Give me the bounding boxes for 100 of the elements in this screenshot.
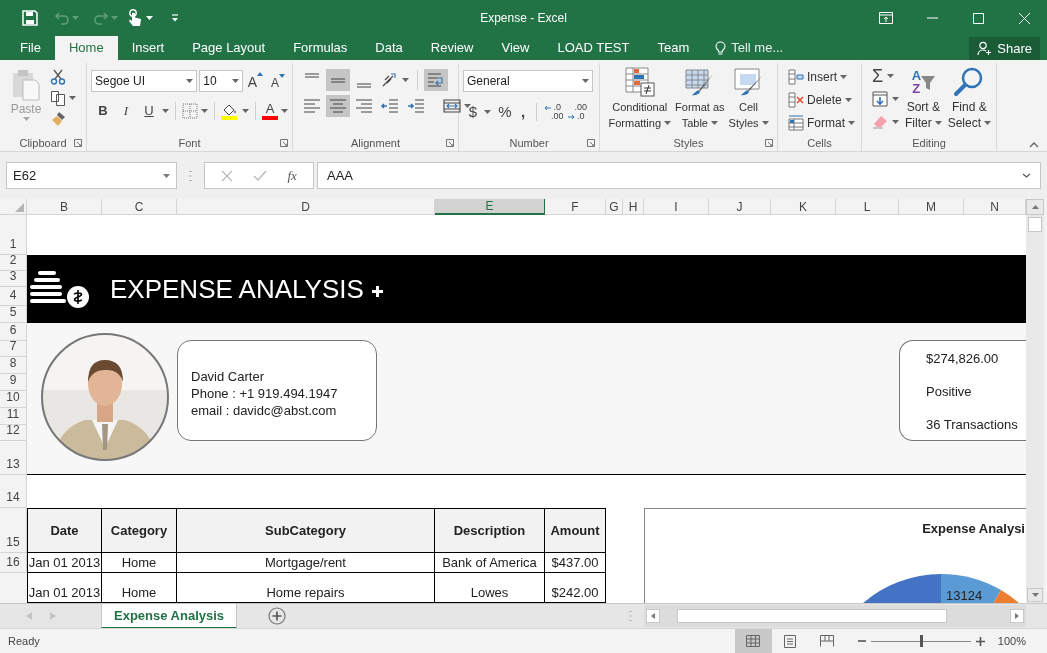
menu-tab[interactable]: File bbox=[6, 36, 55, 60]
copy-icon[interactable] bbox=[50, 90, 66, 106]
dialog-launcher-icon[interactable] bbox=[74, 139, 82, 148]
menu-tab[interactable]: Page Layout bbox=[178, 36, 280, 60]
caret-icon bbox=[201, 109, 208, 113]
insert-function-button[interactable]: fx bbox=[287, 165, 297, 186]
zoom-slider-thumb[interactable] bbox=[919, 634, 923, 647]
menu-tab[interactable]: Insert bbox=[117, 36, 179, 60]
conditional-formatting-button[interactable]: Conditional Formatting bbox=[607, 66, 673, 131]
increase-indent-icon bbox=[406, 96, 426, 116]
column-header[interactable]: J bbox=[709, 199, 771, 215]
formula-field[interactable]: AAA bbox=[317, 162, 1041, 189]
scroll-thumb[interactable] bbox=[1028, 217, 1042, 232]
column-header[interactable]: K bbox=[771, 199, 836, 215]
dialog-launcher-icon[interactable] bbox=[446, 139, 454, 148]
increase-decimal-icon bbox=[544, 104, 551, 111]
format-button[interactable]: Format bbox=[788, 113, 857, 132]
menu-tab[interactable]: Home bbox=[54, 36, 118, 60]
name-box[interactable]: E62 bbox=[6, 162, 177, 189]
scissors-icon[interactable] bbox=[50, 69, 66, 85]
number-format-field[interactable]: General bbox=[463, 70, 593, 92]
minimize-icon bbox=[926, 17, 938, 19]
group-label: Editing bbox=[912, 136, 946, 151]
add-sheet-button[interactable] bbox=[268, 607, 287, 625]
bold-button[interactable]: B bbox=[93, 101, 113, 121]
page-break-view-icon bbox=[820, 635, 835, 647]
percent-button[interactable]: % bbox=[497, 101, 513, 124]
underline-button[interactable]: U bbox=[139, 101, 159, 121]
column-heading: Category bbox=[102, 508, 177, 553]
shrink-font-button[interactable]: A bbox=[268, 70, 288, 92]
comma-button[interactable]: , bbox=[517, 101, 529, 124]
increase-decimal-button[interactable]: .0 .00 bbox=[544, 103, 564, 122]
column-header[interactable]: H bbox=[623, 199, 644, 215]
font-name-field[interactable]: Segoe UI bbox=[91, 70, 198, 92]
zoom-in-icon[interactable] bbox=[975, 636, 985, 646]
format-as-table-button[interactable]: Format as Table bbox=[674, 66, 726, 131]
fill-button[interactable] bbox=[872, 89, 899, 109]
fill-color-icon[interactable] bbox=[221, 102, 239, 120]
autosum-button[interactable]: Σ bbox=[872, 66, 899, 86]
insert-button[interactable]: Insert bbox=[788, 67, 857, 86]
row-number[interactable]: 14 bbox=[0, 475, 27, 508]
column-header[interactable]: N bbox=[964, 199, 1026, 215]
delete-button[interactable]: Delete bbox=[788, 90, 857, 109]
currency-button[interactable]: $ bbox=[466, 101, 480, 124]
tell-me-button[interactable]: Tell me... bbox=[703, 36, 796, 60]
grow-font-button[interactable]: A bbox=[244, 70, 266, 92]
normal-view-button[interactable] bbox=[734, 629, 772, 653]
save-icon[interactable] bbox=[22, 10, 38, 26]
find-select-button[interactable]: Find & Select bbox=[947, 66, 992, 132]
menu-tab[interactable]: Data bbox=[361, 36, 417, 60]
column-header[interactable]: E bbox=[435, 199, 545, 215]
column-header[interactable]: D bbox=[177, 199, 435, 215]
menu-tab[interactable]: Team bbox=[643, 36, 704, 60]
italic-button[interactable]: I bbox=[116, 101, 136, 121]
clear-icon bbox=[872, 115, 888, 129]
wrap-text-button[interactable] bbox=[424, 69, 448, 91]
scroll-down-button[interactable] bbox=[1027, 588, 1043, 602]
touch-hand-icon[interactable] bbox=[128, 9, 142, 27]
column-header[interactable]: I bbox=[644, 199, 709, 215]
dialog-launcher-icon[interactable] bbox=[587, 139, 595, 148]
font-size-field[interactable]: 10 bbox=[199, 70, 243, 92]
center-button[interactable] bbox=[326, 95, 350, 117]
menu-tab[interactable]: View bbox=[487, 36, 544, 60]
paintbrush-icon[interactable] bbox=[50, 111, 66, 127]
align-left-icon bbox=[302, 96, 322, 116]
menu-tab[interactable]: Formulas bbox=[279, 36, 362, 60]
menu-tab[interactable]: LOAD TEST bbox=[543, 36, 644, 60]
middle-align-button[interactable] bbox=[326, 69, 350, 91]
column-header[interactable]: F bbox=[545, 199, 606, 215]
plus-icon bbox=[371, 285, 383, 297]
add-sheet-icon bbox=[268, 607, 287, 625]
collapse-ribbon-icon[interactable] bbox=[1029, 142, 1039, 148]
scroll-right-icon bbox=[1015, 613, 1019, 619]
share-button[interactable]: Share bbox=[969, 37, 1040, 60]
scroll-up-button[interactable] bbox=[1026, 199, 1044, 215]
down-arrow-icon bbox=[279, 74, 285, 78]
scroll-thumb[interactable] bbox=[677, 609, 947, 623]
format-icon bbox=[788, 114, 804, 131]
column-header[interactable]: M bbox=[899, 199, 964, 215]
scroll-left-button[interactable] bbox=[646, 609, 660, 623]
column-header[interactable]: G bbox=[606, 199, 623, 215]
caret-icon bbox=[761, 121, 769, 125]
scroll-left-icon bbox=[651, 613, 655, 619]
decrease-decimal-button[interactable]: .00 .0 bbox=[567, 103, 588, 122]
sort-filter-button[interactable]: A Z Sort & Filter bbox=[905, 66, 942, 132]
row-number[interactable]: 1 bbox=[0, 215, 27, 255]
column-header[interactable]: C bbox=[102, 199, 177, 215]
dialog-launcher-icon[interactable] bbox=[765, 139, 773, 148]
column-header[interactable]: B bbox=[27, 199, 102, 215]
caret-icon bbox=[242, 109, 249, 113]
fill-icon bbox=[872, 91, 888, 107]
sheet-tab[interactable]: Expense Analysis bbox=[101, 604, 238, 629]
font-color-button[interactable]: A bbox=[262, 102, 278, 120]
menu-tab[interactable]: Review bbox=[416, 36, 488, 60]
scroll-right-button[interactable] bbox=[1010, 609, 1024, 623]
column-header[interactable]: L bbox=[836, 199, 899, 215]
customize-icon[interactable] bbox=[171, 14, 179, 22]
cell-styles-button[interactable]: Cell Styles bbox=[727, 66, 770, 131]
group-label: Cells bbox=[807, 136, 832, 151]
dialog-launcher-icon[interactable] bbox=[280, 139, 288, 148]
